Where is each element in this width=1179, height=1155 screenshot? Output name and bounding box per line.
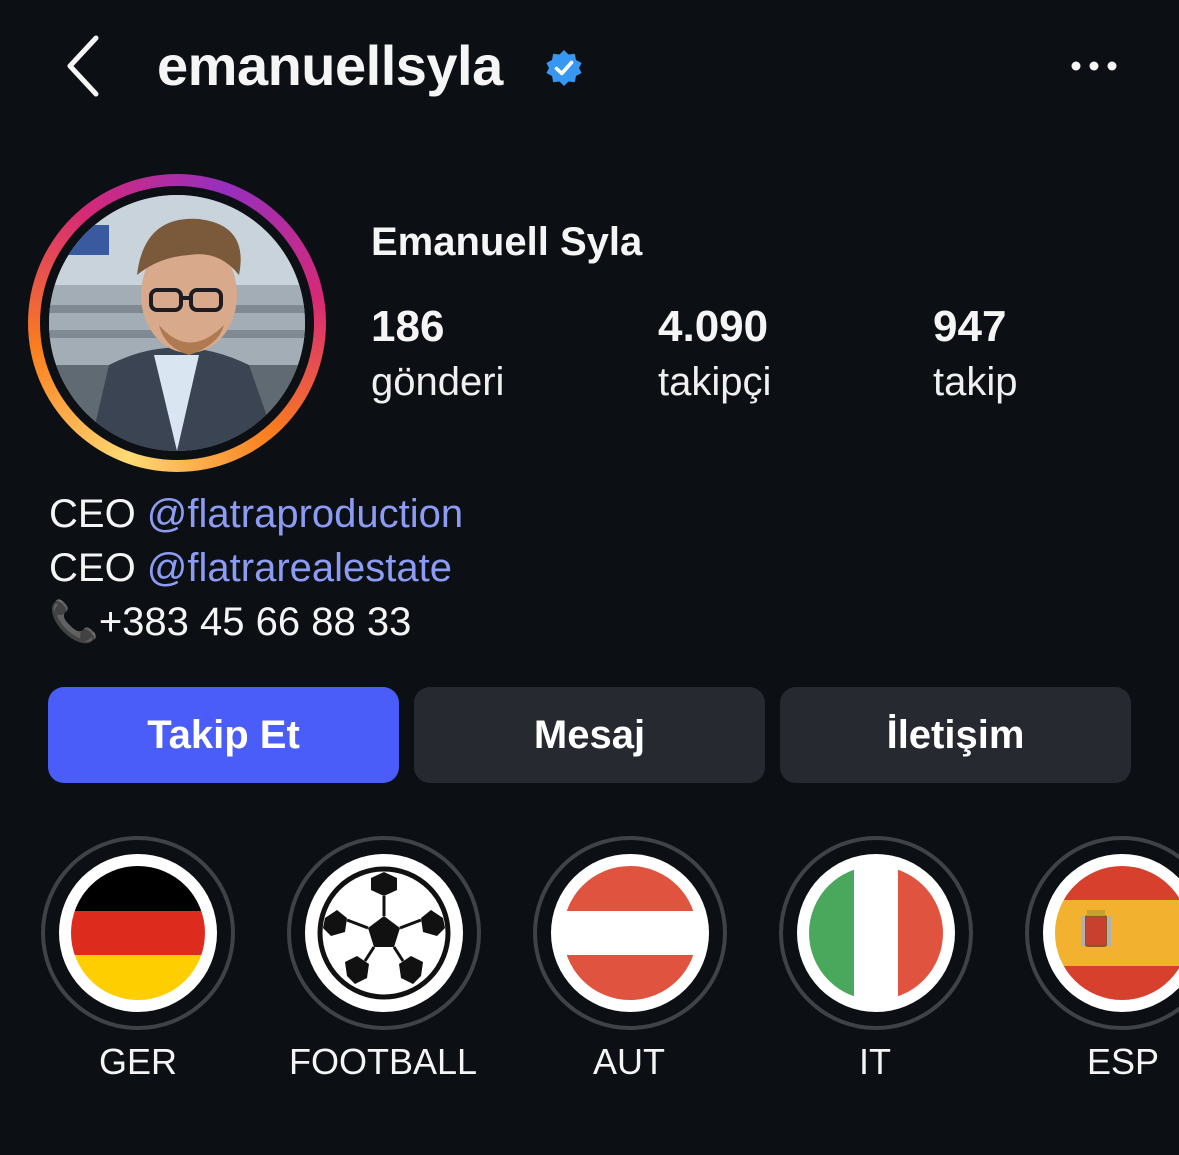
mention-link[interactable]: @flatrarealestate <box>147 546 452 590</box>
posts-count[interactable]: 186 <box>371 302 444 352</box>
bio-text: CEO <box>49 546 147 590</box>
austria-flag-icon <box>563 866 697 1000</box>
following-count[interactable]: 947 <box>933 302 1006 352</box>
highlight-aut[interactable] <box>533 836 727 1030</box>
highlight-label: IT <box>859 1041 891 1082</box>
germany-flag-icon <box>71 866 205 1000</box>
message-button[interactable]: Mesaj <box>414 687 765 783</box>
bio-line: 📞+383 45 66 88 33 <box>49 596 411 648</box>
profile-photo <box>49 195 305 451</box>
more-horizontal-icon <box>1071 61 1117 71</box>
spain-flag-icon <box>1055 866 1179 1000</box>
profile-full-name: Emanuell Syla <box>371 220 643 264</box>
highlight-football[interactable] <box>287 836 481 1030</box>
avatar[interactable] <box>49 195 305 451</box>
contact-button[interactable]: İletişim <box>780 687 1131 783</box>
verified-badge-icon <box>544 48 584 88</box>
back-button[interactable] <box>62 34 110 98</box>
highlight-it[interactable] <box>779 836 973 1030</box>
following-label[interactable]: takip <box>933 358 1018 406</box>
follow-button[interactable]: Takip Et <box>48 687 399 783</box>
mention-link[interactable]: @flatraproduction <box>147 492 463 536</box>
bio-line: CEO @flatraproduction <box>49 488 463 540</box>
highlight-cover <box>551 854 709 1012</box>
highlight-label: ESP <box>1087 1041 1160 1082</box>
bio-line: CEO @flatrarealestate <box>49 542 452 594</box>
highlight-cover <box>305 854 463 1012</box>
chevron-left-icon <box>67 35 99 97</box>
highlight-label: FOOTBALL <box>288 1041 478 1082</box>
highlight-cover <box>59 854 217 1012</box>
soccer-ball-icon <box>317 866 451 1000</box>
posts-label[interactable]: gönderi <box>371 358 504 406</box>
header-username: emanuellsyla <box>157 34 503 97</box>
more-options-button[interactable] <box>1066 46 1122 86</box>
bio-text: CEO <box>49 492 147 536</box>
highlight-ger[interactable] <box>41 836 235 1030</box>
phone-icon: 📞 <box>49 600 99 644</box>
italy-flag-icon <box>809 866 943 1000</box>
highlight-label: GER <box>98 1041 177 1082</box>
followers-count[interactable]: 4.090 <box>658 302 768 352</box>
highlight-esp[interactable] <box>1025 836 1179 1030</box>
highlight-cover <box>797 854 955 1012</box>
phone-number[interactable]: +383 45 66 88 33 <box>99 600 412 644</box>
followers-label[interactable]: takipçi <box>658 358 771 406</box>
highlight-label: AUT <box>593 1041 665 1082</box>
